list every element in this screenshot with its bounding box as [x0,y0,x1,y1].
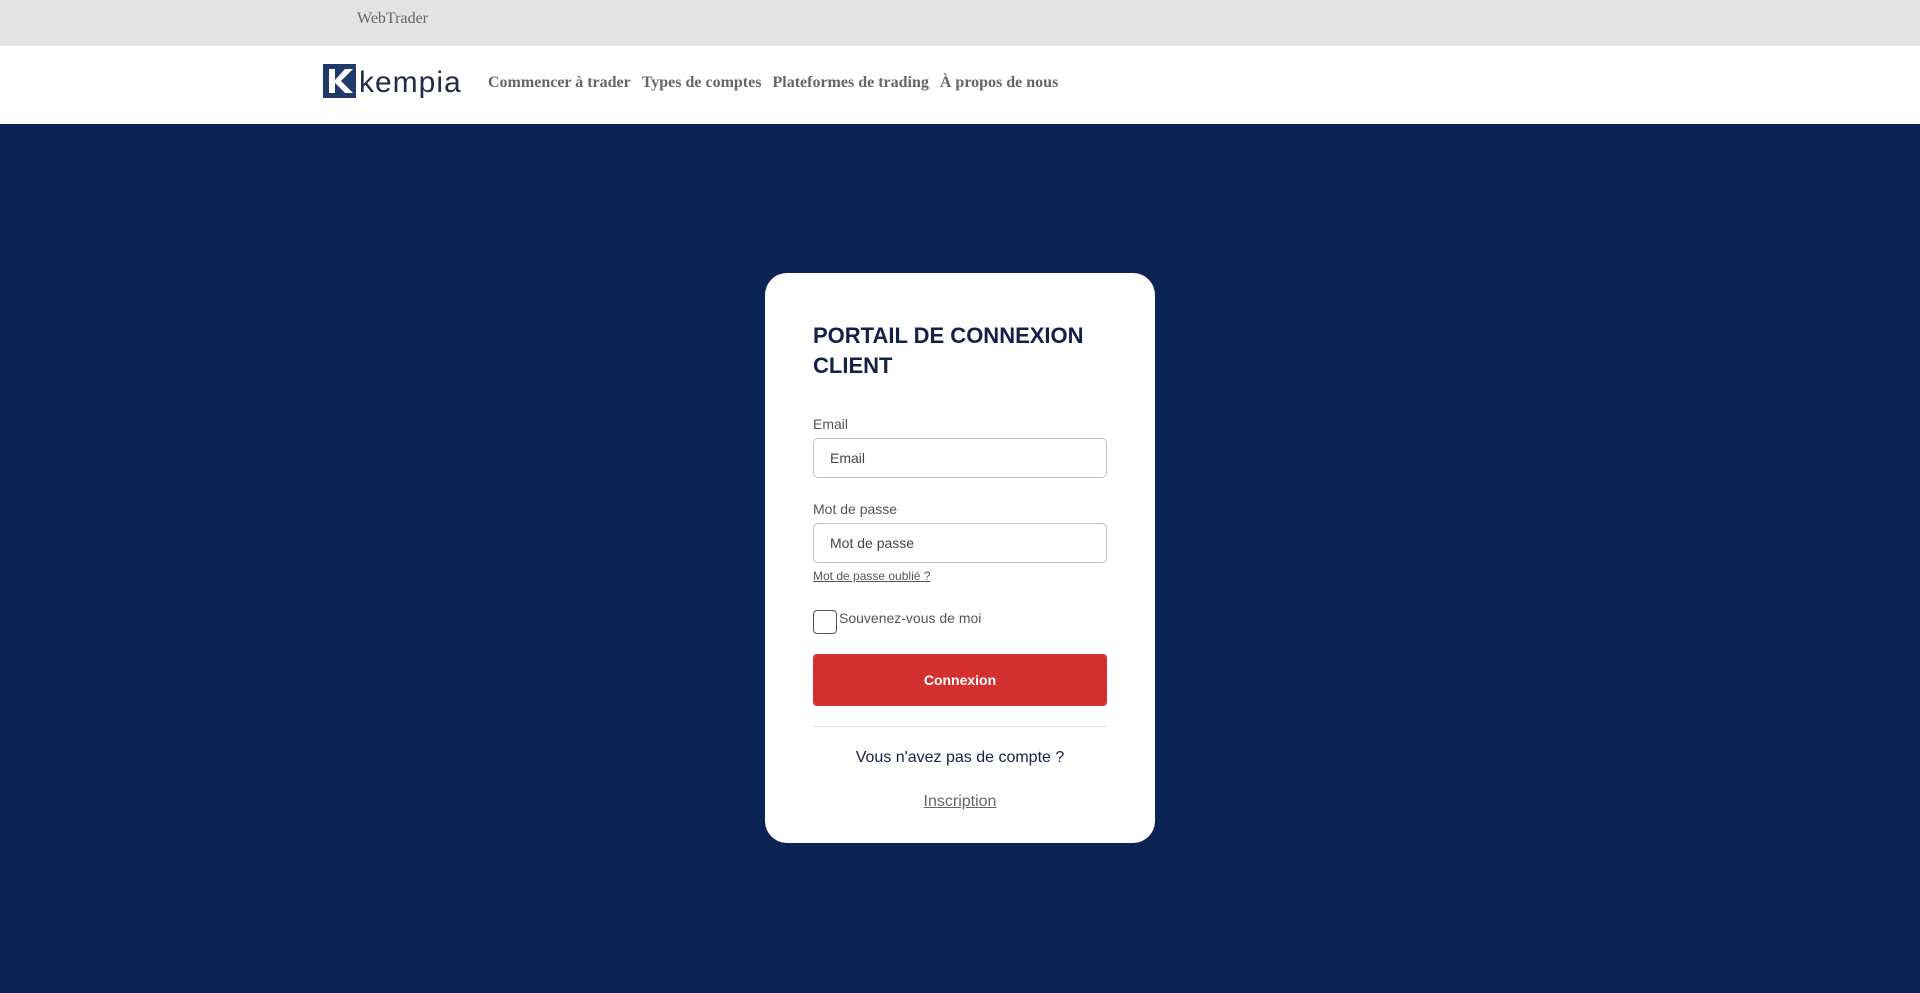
brand-name: kempia [359,66,462,99]
nav-item-start-trading[interactable]: Commencer à trader [488,74,631,92]
login-card: PORTAIL DE CONNEXION CLIENT Email Mot de… [765,273,1155,843]
brand-logo[interactable]: kempia [323,61,462,101]
remember-me: Souvenez-vous de moi [813,610,981,634]
login-title: PORTAIL DE CONNEXION CLIENT [813,323,1084,378]
no-account-text: Vous n'avez pas de compte ? [855,749,1065,766]
top-utility-bar: WebTrader [0,0,1920,46]
main-navbar: kempia Commencer à trader Types de compt… [0,46,1920,124]
password-input[interactable] [813,523,1107,563]
login-button[interactable]: Connexion [813,654,1107,706]
kempia-logo-icon [323,64,356,98]
webtrader-link[interactable]: WebTrader [357,10,428,28]
email-label: Email [813,416,849,432]
email-input[interactable] [813,438,1107,478]
forgot-password-link[interactable]: Mot de passe oublié ? [813,569,930,583]
remember-me-checkbox[interactable] [813,610,837,634]
nav-item-account-types[interactable]: Types de comptes [642,74,762,92]
nav-item-about-us[interactable]: À propos de nous [940,74,1058,92]
remember-me-label[interactable]: Souvenez-vous de moi [839,610,981,626]
divider [813,726,1107,727]
nav-item-trading-platforms[interactable]: Plateformes de trading [772,74,928,92]
nav-menu: Commencer à trader Types de comptes Plat… [488,74,1069,92]
signup-link[interactable]: Inscription [765,793,1155,811]
password-label: Mot de passe [813,501,898,517]
